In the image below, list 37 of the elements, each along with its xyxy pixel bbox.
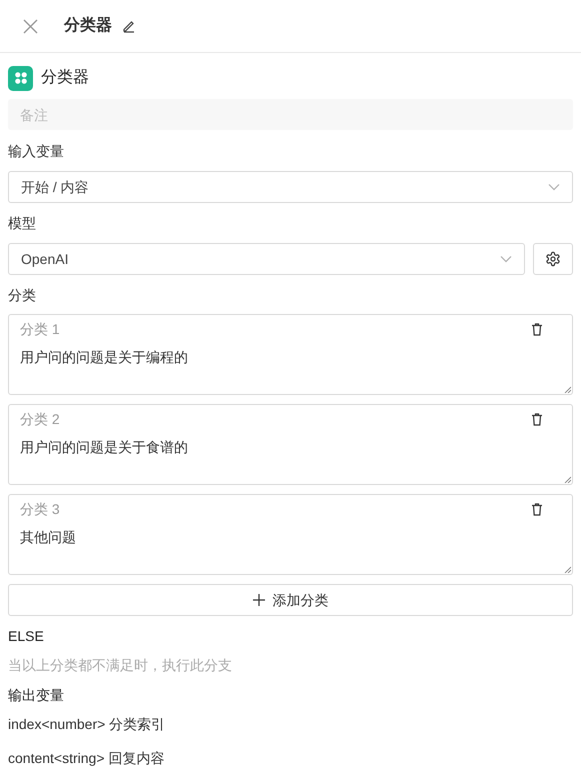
input-variable-label: 输入变量 — [8, 142, 65, 161]
output-variable: content<string> 回复内容 — [8, 749, 166, 768]
delete-icon[interactable] — [531, 502, 543, 516]
resize-handle-icon[interactable] — [564, 386, 571, 393]
else-label: ELSE — [8, 627, 45, 646]
categories-label: 分类 — [8, 286, 37, 305]
else-description: 当以上分类都不满足时，执行此分支 — [8, 656, 233, 675]
input-variable-select[interactable]: 开始 / 内容 — [8, 171, 573, 203]
chevron-down-icon — [548, 183, 560, 191]
node-title: 分类器 — [41, 68, 89, 88]
model-select[interactable]: OpenAI — [8, 243, 525, 275]
panel-title: 分类器 — [64, 16, 112, 36]
close-button[interactable] — [22, 18, 38, 34]
category-card[interactable]: 分类 1 用户问的问题是关于编程的 — [8, 314, 573, 395]
note-field[interactable]: 备注 — [8, 99, 573, 130]
delete-icon[interactable] — [531, 412, 543, 426]
plus-icon — [252, 594, 264, 606]
category-card[interactable]: 分类 2 用户问的问题是关于食谱的 — [8, 404, 573, 485]
resize-handle-icon[interactable] — [564, 566, 571, 573]
add-category-button[interactable]: 添加分类 — [8, 584, 573, 616]
delete-icon[interactable] — [531, 322, 543, 336]
category-name: 分类 1 — [20, 320, 60, 338]
category-text-field[interactable]: 用户问的问题是关于编程的 — [20, 347, 561, 387]
chevron-down-icon — [500, 255, 512, 263]
category-card[interactable]: 分类 3 其他问题 — [8, 494, 573, 575]
output-variable: index<number> 分类索引 — [8, 715, 166, 734]
settings-button[interactable] — [533, 243, 573, 275]
model-label: 模型 — [8, 214, 37, 233]
resize-handle-icon[interactable] — [564, 476, 571, 483]
category-name: 分类 3 — [20, 500, 60, 518]
category-text-field[interactable]: 用户问的问题是关于食谱的 — [20, 437, 561, 477]
output-variables-label: 输出变量 — [8, 686, 65, 705]
edit-icon[interactable] — [122, 19, 136, 33]
node-icon — [8, 66, 33, 90]
category-name: 分类 2 — [20, 410, 60, 428]
category-text-field[interactable]: 其他问题 — [20, 527, 561, 567]
gear-icon[interactable] — [545, 251, 561, 267]
